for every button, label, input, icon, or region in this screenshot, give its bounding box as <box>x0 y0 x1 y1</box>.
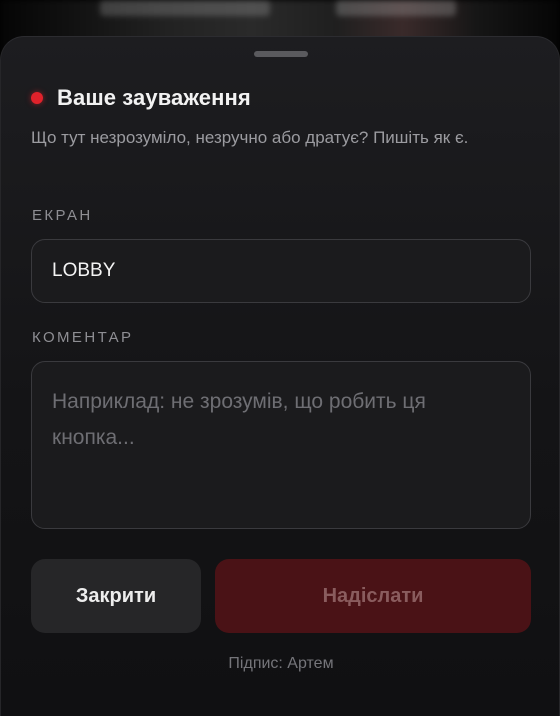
close-button[interactable]: Закрити <box>31 559 201 633</box>
drag-handle[interactable] <box>254 51 308 57</box>
sheet-header: Ваше зауваження <box>31 85 251 111</box>
signature-text: Підпис: Артем <box>228 655 334 672</box>
comment-field-label: КОМЕНТАР <box>32 329 134 346</box>
comment-textarea[interactable]: Наприклад: не зрозумів, що робить ця кно… <box>31 361 531 529</box>
send-button[interactable]: Надіслати <box>215 559 531 633</box>
feedback-sheet: Ваше зауваження Що тут незрозуміло, незр… <box>0 36 560 716</box>
sheet-subtitle: Що тут незрозуміло, незручно або дратує?… <box>31 128 469 147</box>
screen-field-label: ЕКРАН <box>32 207 93 224</box>
blurred-text <box>100 0 270 16</box>
sheet-title: Ваше зауваження <box>57 85 251 110</box>
screen-field[interactable]: LOBBY <box>31 239 531 303</box>
screen-field-value: LOBBY <box>52 260 116 281</box>
comment-placeholder: Наприклад: не зрозумів, що робить ця кно… <box>52 390 426 449</box>
status-dot-icon <box>31 92 43 104</box>
blurred-banner <box>336 0 456 16</box>
